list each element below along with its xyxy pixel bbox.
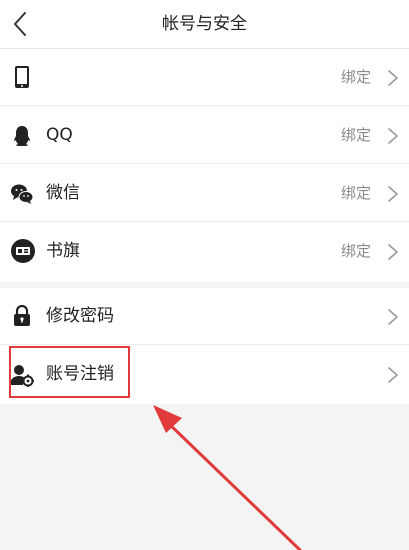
chevron-right-icon	[387, 366, 399, 384]
divider	[0, 163, 409, 164]
chevron-right-icon	[387, 69, 399, 87]
chevron-right-icon	[387, 243, 399, 261]
nav-bar: 帐号与安全	[0, 0, 409, 49]
phone-icon	[10, 65, 34, 89]
change-password-label: 修改密码	[46, 306, 114, 326]
chevron-right-icon	[387, 185, 399, 203]
chevron-right-icon	[387, 127, 399, 145]
highlight-box	[9, 346, 130, 398]
binding-row-shuqi[interactable]: 书旗 绑定	[0, 223, 409, 280]
binding-row-wechat[interactable]: 微信 绑定	[0, 165, 409, 222]
divider	[0, 105, 409, 106]
binding-label: QQ	[46, 125, 73, 145]
binding-label: 微信	[46, 183, 80, 203]
bindings-group: 绑定 QQ 绑定 微信 绑定 书旗 绑定	[0, 49, 409, 282]
page-title: 帐号与安全	[162, 14, 247, 34]
binding-row-phone[interactable]: 绑定	[0, 49, 409, 106]
binding-status: 绑定	[340, 242, 371, 260]
wechat-icon	[10, 182, 34, 206]
divider	[0, 221, 409, 222]
lock-icon	[10, 304, 34, 328]
chevron-right-icon	[387, 308, 399, 326]
shuqi-icon	[10, 238, 36, 264]
binding-status: 绑定	[340, 184, 371, 202]
binding-label: 书旗	[46, 241, 80, 261]
change-password-row[interactable]: 修改密码	[0, 288, 409, 345]
binding-row-qq[interactable]: QQ 绑定	[0, 107, 409, 164]
qq-icon	[10, 124, 34, 148]
divider	[0, 344, 409, 345]
binding-status: 绑定	[340, 126, 371, 144]
binding-status: 绑定	[340, 68, 371, 86]
